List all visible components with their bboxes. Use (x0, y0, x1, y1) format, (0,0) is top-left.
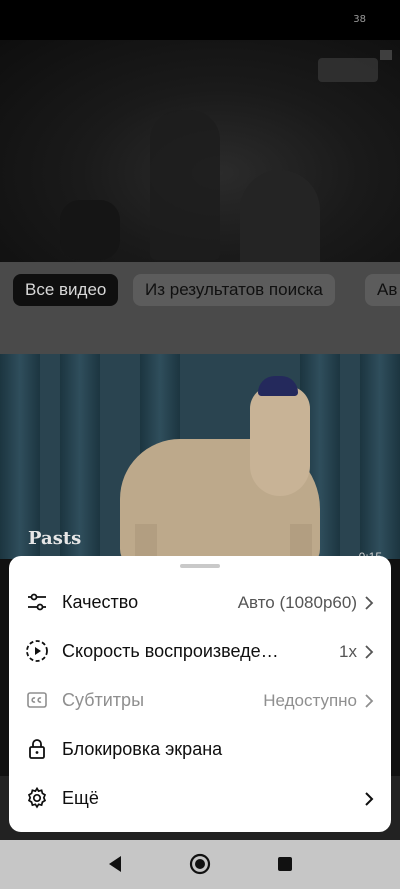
filter-chips-bar: Все видео Из результатов поиска Ав (0, 262, 400, 354)
chevron-right-icon (363, 643, 375, 661)
menu-item-label: Блокировка экрана (62, 739, 223, 759)
menu-item-label: Субтитры (62, 690, 145, 710)
dog-head (250, 386, 310, 496)
video-background-light (318, 58, 378, 82)
menu-item-label: Качество (62, 592, 139, 612)
status-bar: 38 (0, 0, 400, 40)
video-player[interactable] (0, 40, 400, 262)
menu-item-screen-lock[interactable]: Блокировка экрана (9, 725, 391, 774)
status-time: 38 (353, 14, 366, 25)
dog-leg (135, 524, 157, 559)
menu-item-label: Скорость воспроизведе… (62, 641, 279, 661)
chevron-right-icon (363, 790, 375, 808)
home-icon[interactable] (188, 852, 212, 876)
playback-speed-icon (25, 639, 49, 663)
video-figure (240, 170, 320, 262)
video-thumbnail[interactable]: Pasts 0:15 (0, 354, 400, 559)
menu-item-quality[interactable]: Качество Авто (1080p60) (9, 578, 391, 627)
video-figure (150, 110, 220, 260)
menu-item-playback-speed[interactable]: Скорость воспроизведе… 1x (9, 627, 391, 676)
video-figure (60, 200, 120, 260)
lock-icon (25, 737, 49, 761)
menu-item-label: Ещё (62, 788, 99, 808)
video-corner-badge (380, 50, 392, 60)
chevron-right-icon (363, 692, 375, 710)
dog-hat (258, 376, 298, 396)
chip-all-videos[interactable]: Все видео (13, 274, 119, 306)
curtain (360, 354, 400, 559)
menu-item-value: Авто (1080p60) (237, 593, 357, 612)
chevron-right-icon (363, 594, 375, 612)
chip-partial[interactable]: Ав (365, 274, 400, 306)
chip-from-search-results[interactable]: Из результатов поиска (133, 274, 335, 306)
menu-item-value: Недоступно (263, 691, 357, 710)
captions-icon (25, 688, 49, 712)
tune-icon (25, 590, 49, 614)
gear-icon (25, 786, 49, 810)
dog-leg (290, 524, 312, 559)
video-overlay-title: Pasts (28, 528, 82, 549)
system-navigation-bar (0, 840, 400, 889)
sheet-drag-handle[interactable] (180, 564, 220, 568)
player-settings-sheet: Качество Авто (1080p60) Скорость воспрои… (9, 556, 391, 832)
back-icon[interactable] (103, 852, 127, 876)
menu-item-subtitles: Субтитры Недоступно (9, 676, 391, 725)
menu-item-value: 1x (339, 642, 357, 661)
menu-item-more[interactable]: Ещё (9, 774, 391, 823)
recents-icon[interactable] (273, 852, 297, 876)
